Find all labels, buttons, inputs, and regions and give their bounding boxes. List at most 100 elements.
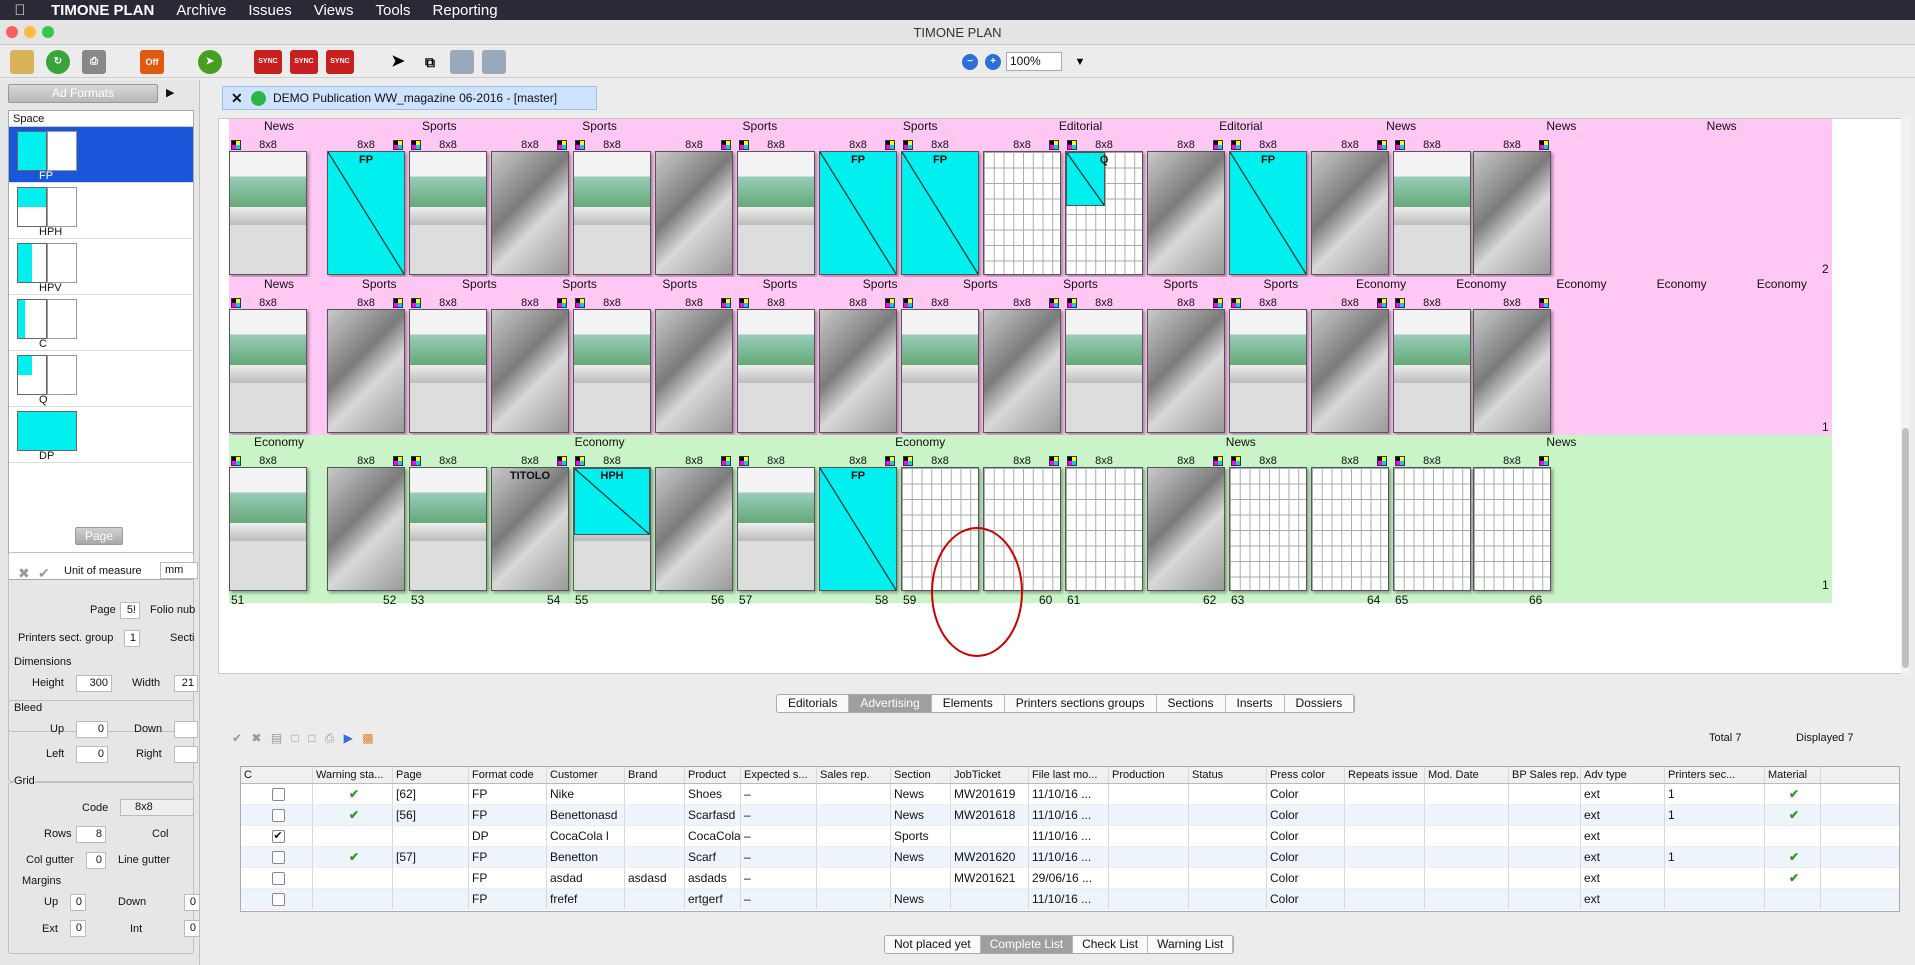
menu-reporting[interactable]: Reporting — [422, 2, 509, 19]
sync-icon[interactable]: SYNC — [326, 50, 354, 74]
page-41[interactable]: 8x8 — [737, 297, 815, 433]
margin-up-field[interactable]: 0 — [70, 894, 86, 911]
column-header[interactable]: Warning sta... — [313, 767, 393, 783]
move-right-icon[interactable] — [482, 50, 506, 74]
page-28[interactable]: 8x8 — [983, 139, 1061, 275]
column-header[interactable]: Adv type — [1581, 767, 1665, 783]
table-row[interactable]: ✔ DP CocaCola l CocaCola – Sports 11/10/16 ...… — [241, 826, 1899, 847]
remove-icon[interactable]: ✖ — [251, 731, 261, 745]
format-item-fp[interactable]: FP — [9, 127, 193, 183]
page-43[interactable]: 8x8 — [901, 297, 979, 433]
column-header[interactable]: Expected s... — [741, 767, 817, 783]
ext-field[interactable]: 0 — [70, 920, 86, 937]
page-33[interactable]: 8x8 — [1393, 139, 1471, 275]
open-folder-icon[interactable] — [10, 50, 34, 74]
print-list-icon[interactable]: ⎙ — [325, 731, 335, 745]
ad-formats-header[interactable]: Ad Formats — [8, 84, 158, 103]
page-64[interactable]: 8x8 — [1311, 455, 1389, 591]
list-tab-complete-list[interactable]: Complete List — [980, 936, 1074, 953]
column-header[interactable]: Page — [393, 767, 469, 783]
tab-dossiers[interactable]: Dossiers — [1285, 695, 1355, 712]
page-23[interactable]: 8x8 — [573, 139, 651, 275]
page-21[interactable]: 8x8 — [409, 139, 487, 275]
page-46[interactable]: 8x8 — [1147, 297, 1225, 433]
page-field[interactable]: 5! — [120, 602, 140, 619]
page-36[interactable]: 8x8 — [327, 297, 405, 433]
page-20[interactable]: 8x8 FP — [327, 139, 405, 275]
sync-right-icon[interactable]: SYNC — [290, 50, 318, 74]
format-item-c[interactable]: C — [9, 295, 193, 351]
document-tab[interactable]: ✕ DEMO Publication WW_magazine 06-2016 -… — [222, 86, 597, 110]
column-header[interactable]: Repeats issue — [1345, 767, 1425, 783]
sync-left-icon[interactable]: SYNC — [254, 50, 282, 74]
confirm-icon[interactable]: ✔ — [38, 565, 50, 582]
tab-editorials[interactable]: Editorials — [777, 695, 850, 712]
page-19[interactable]: 8x8 — [229, 139, 307, 275]
cancel-icon[interactable]: ✖ — [18, 565, 30, 582]
table-row[interactable]: ✔ [62] FP Nike Shoes – News MW201619 11/10/16 ..… — [241, 784, 1899, 805]
check-icon[interactable]: ✔ — [232, 731, 242, 745]
column-header[interactable]: BP Sales rep. — [1509, 767, 1581, 783]
tab-advertising[interactable]: Advertising — [849, 695, 932, 712]
page-50[interactable]: 8x8 — [1473, 297, 1551, 433]
height-field[interactable]: 300 — [76, 675, 112, 692]
colgutter-field[interactable]: 0 — [86, 852, 106, 869]
row-checkbox[interactable] — [271, 893, 285, 907]
play-icon[interactable]: ▶ — [166, 86, 174, 99]
column-header[interactable]: Section — [891, 767, 951, 783]
page-38[interactable]: 8x8 — [491, 297, 569, 433]
page-37[interactable]: 8x8 — [409, 297, 487, 433]
page-31[interactable]: 8x8 FP — [1229, 139, 1307, 275]
page-62[interactable]: 8x8 — [1147, 455, 1225, 591]
int-field[interactable]: 0 — [184, 920, 200, 937]
page-42[interactable]: 8x8 — [819, 297, 897, 433]
list-tab-check-list[interactable]: Check List — [1073, 936, 1149, 953]
print-icon[interactable]: ⎙ — [82, 50, 106, 74]
table-row[interactable]: FP frefef ertgerf – News 11/10/16 ... Color ext — [241, 889, 1899, 910]
zoom-window-icon[interactable] — [42, 26, 54, 38]
page-25[interactable]: 8x8 — [737, 139, 815, 275]
page-63[interactable]: 8x8 — [1229, 455, 1307, 591]
tab-sections[interactable]: Sections — [1157, 695, 1226, 712]
column-header[interactable]: Customer — [547, 767, 625, 783]
row-checkbox[interactable] — [271, 872, 285, 886]
page-49[interactable]: 8x8 — [1393, 297, 1471, 433]
page-55[interactable]: 8x8 HPH — [573, 455, 651, 591]
page-44[interactable]: 8x8 — [983, 297, 1061, 433]
bleed-left-field[interactable]: 0 — [76, 746, 108, 763]
table-row[interactable]: ✔ [57] FP Benetton Scarf – News MW201620 11/10/1… — [241, 847, 1899, 868]
page-51[interactable]: 8x8 — [229, 455, 307, 591]
list-tab-not-placed-yet[interactable]: Not placed yet — [885, 936, 981, 953]
column-header[interactable]: Material — [1765, 767, 1821, 783]
page-48[interactable]: 8x8 — [1311, 297, 1389, 433]
tab-printers-sections-groups[interactable]: Printers sections groups — [1005, 695, 1157, 712]
page-39[interactable]: 8x8 — [573, 297, 651, 433]
page-22[interactable]: 8x8 — [491, 139, 569, 275]
report-icon[interactable]: ▩ — [362, 731, 373, 745]
column-header[interactable]: File last mo... — [1029, 767, 1109, 783]
page-54[interactable]: 8x8 TITOLO — [491, 455, 569, 591]
width-field[interactable]: 21 — [174, 675, 198, 692]
page-66[interactable]: 8x8 — [1473, 455, 1551, 591]
column-header[interactable]: Product — [685, 767, 741, 783]
refresh-icon[interactable]: ↻ — [46, 50, 70, 74]
format-item-hpv[interactable]: HPV — [9, 239, 193, 295]
column-header[interactable]: C — [241, 767, 313, 783]
row-checkbox[interactable] — [271, 788, 285, 802]
page-29[interactable]: 8x8 Q — [1065, 139, 1143, 275]
zoom-in-icon[interactable]: + — [985, 54, 1001, 70]
page-56[interactable]: 8x8 — [655, 455, 733, 591]
column-header[interactable]: JobTicket — [951, 767, 1029, 783]
page-35[interactable]: 8x8 — [229, 297, 307, 433]
list-tab-warning-list[interactable]: Warning List — [1148, 936, 1234, 953]
row-checkbox[interactable]: ✔ — [271, 830, 285, 844]
column-header[interactable]: Production — [1109, 767, 1189, 783]
column-header[interactable]: Press color — [1267, 767, 1345, 783]
page-tab[interactable]: Page — [75, 527, 123, 545]
page-52[interactable]: 8x8 — [327, 455, 405, 591]
grid-code-select[interactable]: 8x8 — [120, 799, 194, 816]
menu-app-name[interactable]: TIMONE PLAN — [40, 2, 165, 19]
row-checkbox[interactable] — [271, 809, 285, 823]
page-57[interactable]: 8x8 — [737, 455, 815, 591]
page-58[interactable]: 8x8 FP — [819, 455, 897, 591]
